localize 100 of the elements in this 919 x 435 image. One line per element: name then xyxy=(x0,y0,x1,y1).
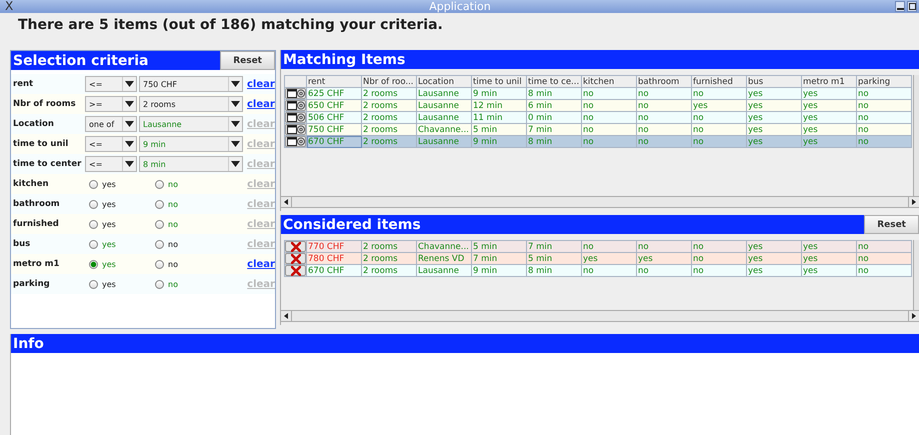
table-cell: 2 rooms xyxy=(362,264,416,276)
table-row[interactable]: 750 CHF 2 rooms Chavanne... 5 min 7 min no no no yes yes no xyxy=(284,124,912,136)
radio-button[interactable] xyxy=(89,200,98,208)
caret-icon xyxy=(122,157,136,171)
radio-option[interactable]: yes xyxy=(85,220,151,228)
consider-button[interactable] xyxy=(286,112,306,122)
operator-dropdown[interactable]: <= xyxy=(85,76,137,92)
window-logo: X xyxy=(4,0,14,13)
caret-icon xyxy=(228,97,242,111)
radio-button[interactable] xyxy=(155,220,164,228)
column-header[interactable]: bus xyxy=(746,76,802,88)
summary-text: There are 5 items (out of 186) matching your criteria. xyxy=(17,16,444,35)
reset-button[interactable]: Reset xyxy=(220,51,275,70)
vertical-scrollbar[interactable] xyxy=(913,240,919,310)
clear-link[interactable]: clear xyxy=(247,258,275,270)
table-row[interactable]: 780 CHF 2 rooms Renens VD 7 min 5 min yes yes no yes yes no xyxy=(284,252,912,264)
operator-dropdown[interactable]: >= xyxy=(85,96,137,112)
window-icon xyxy=(286,113,304,122)
table-cell: 8 min xyxy=(526,264,582,276)
radio-button[interactable] xyxy=(155,240,164,248)
remove-button[interactable] xyxy=(286,242,306,252)
table-cell: yes xyxy=(802,136,856,148)
radio-option[interactable]: no xyxy=(151,200,217,208)
value-dropdown[interactable]: 9 min xyxy=(139,136,243,152)
reset-button[interactable]: Reset xyxy=(864,215,919,234)
operator-dropdown[interactable]: <= xyxy=(85,136,137,152)
value-dropdown[interactable]: 8 min xyxy=(139,156,243,172)
table-cell: Chavanne... xyxy=(416,240,472,252)
radio-option[interactable]: yes xyxy=(85,240,151,248)
minimize-button[interactable] xyxy=(895,1,905,12)
column-header[interactable]: rent xyxy=(306,76,362,88)
radio-option[interactable]: yes xyxy=(85,280,151,288)
radio-option[interactable]: no xyxy=(151,280,217,288)
caret-icon xyxy=(122,137,136,151)
table-row[interactable]: 770 CHF 2 rooms Chavanne... 5 min 7 min no no no yes yes no xyxy=(284,240,912,252)
section-title: Matching Items xyxy=(282,52,406,68)
table-cell: no xyxy=(692,136,746,148)
remove-button[interactable] xyxy=(286,254,306,264)
radio-option[interactable]: no xyxy=(151,260,217,268)
consider-button[interactable] xyxy=(286,136,306,146)
clear-link[interactable]: clear xyxy=(247,98,275,110)
radio-option[interactable]: no xyxy=(151,180,217,188)
table-cell: no xyxy=(636,264,692,276)
radio-option[interactable]: no xyxy=(151,240,217,248)
consider-button[interactable] xyxy=(286,88,306,98)
table-row[interactable]: 650 CHF 2 rooms Lausanne 12 min 6 min no no yes yes yes no xyxy=(284,100,912,112)
caret-icon xyxy=(122,97,136,111)
horizontal-scrollbar[interactable] xyxy=(291,197,909,207)
table-cell: yes xyxy=(746,240,802,252)
table-cell: 670 CHF xyxy=(306,136,362,148)
table-cell: yes xyxy=(746,136,802,148)
caret-icon xyxy=(228,77,242,91)
operator-dropdown[interactable]: <= xyxy=(85,156,137,172)
vertical-scrollbar[interactable] xyxy=(913,75,919,196)
close-icon xyxy=(290,266,300,276)
consider-button[interactable] xyxy=(286,124,306,134)
table-cell: no xyxy=(692,264,746,276)
table-cell: yes xyxy=(746,264,802,276)
radio-button[interactable] xyxy=(89,240,98,248)
radio-option[interactable]: yes xyxy=(85,260,151,268)
column-header[interactable]: kitchen xyxy=(582,76,636,88)
radio-button[interactable] xyxy=(89,220,98,228)
radio-button[interactable] xyxy=(89,280,98,288)
column-header[interactable]: time to unil xyxy=(472,76,526,88)
radio-button[interactable] xyxy=(155,280,164,288)
criterion-label: kitchen xyxy=(12,179,50,189)
radio-button[interactable] xyxy=(89,260,98,268)
table-row[interactable]: 625 CHF 2 rooms Lausanne 9 min 8 min no no no yes yes no xyxy=(284,88,912,100)
consider-button[interactable] xyxy=(286,100,306,110)
horizontal-scrollbar[interactable] xyxy=(291,311,909,321)
caret-icon xyxy=(122,117,136,131)
table-cell: 2 rooms xyxy=(362,240,416,252)
clear-link[interactable]: clear xyxy=(247,78,275,90)
column-header[interactable]: metro m1 xyxy=(802,76,856,88)
column-header[interactable]: Nbr of roo... xyxy=(362,76,416,88)
radio-button[interactable] xyxy=(155,260,164,268)
table-row[interactable]: 670 CHF 2 rooms Lausanne 9 min 8 min no no no yes yes no xyxy=(284,264,912,276)
radio-option[interactable]: yes xyxy=(85,200,151,208)
value-dropdown[interactable]: Lausanne xyxy=(139,116,243,132)
column-header[interactable]: parking xyxy=(856,76,912,88)
value-dropdown[interactable]: 750 CHF xyxy=(139,76,243,92)
value-dropdown[interactable]: 2 rooms xyxy=(139,96,243,112)
column-header[interactable]: time to ce... xyxy=(526,76,582,88)
table-cell: 670 CHF xyxy=(306,264,362,276)
radio-button[interactable] xyxy=(155,200,164,208)
radio-option[interactable]: no xyxy=(151,220,217,228)
maximize-button[interactable] xyxy=(907,1,917,12)
column-header[interactable]: Location xyxy=(416,76,472,88)
column-header[interactable]: furnished xyxy=(692,76,746,88)
column-header[interactable]: bathroom xyxy=(636,76,692,88)
radio-button[interactable] xyxy=(155,180,164,188)
radio-option[interactable]: yes xyxy=(85,180,151,188)
table-row[interactable]: 506 CHF 2 rooms Lausanne 11 min 0 min no no no yes yes no xyxy=(284,112,912,124)
operator-dropdown[interactable]: one of xyxy=(85,116,137,132)
radio-button[interactable] xyxy=(89,180,98,188)
maximize-icon xyxy=(908,3,916,10)
caret-icon xyxy=(122,77,136,91)
table-cell: Lausanne xyxy=(416,264,472,276)
table-cell: 9 min xyxy=(472,264,526,276)
remove-button[interactable] xyxy=(286,266,306,276)
